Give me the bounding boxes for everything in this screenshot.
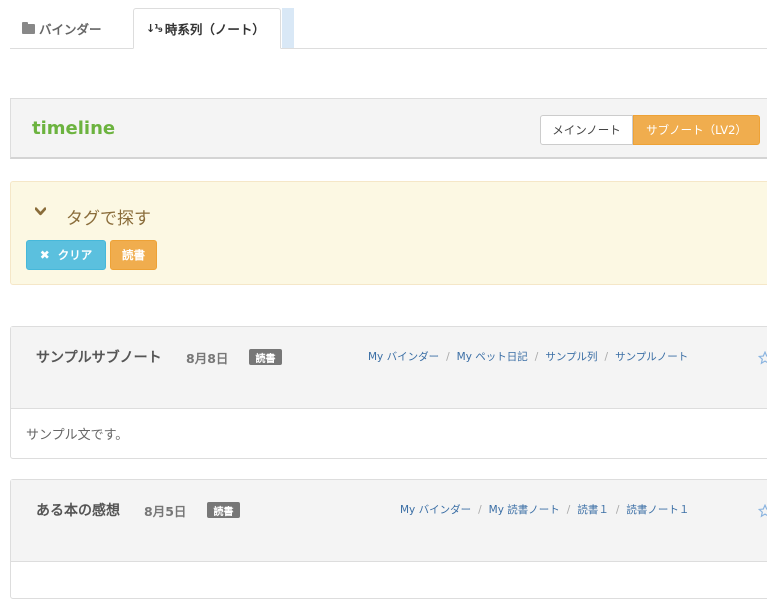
breadcrumb-notebook[interactable]: My 読書ノート	[489, 504, 560, 516]
tab-timeline[interactable]: ↓¹₉ 時系列（ノート）	[133, 8, 281, 49]
timeline-header: timeline メインノート サブノート（LV2）	[10, 98, 767, 159]
tag-button-reading[interactable]: 読書	[110, 240, 157, 270]
main-note-button[interactable]: メインノート	[540, 115, 633, 145]
breadcrumb-column[interactable]: サンプル列	[545, 351, 597, 363]
tag-search-panel: タグで探す ✖ クリア 読書	[10, 181, 767, 285]
note-card-header: ある本の感想 8月5日 読書 My バインダー / My 読書ノート / 読書１/読書ノ…	[11, 480, 767, 562]
note-card: サンプルサブノート 8月8日 読書 My バインダー / My ペット日記 / サンプル…	[10, 326, 767, 459]
star-icon[interactable]	[758, 351, 767, 365]
page-title: timeline	[32, 118, 116, 139]
breadcrumb-column[interactable]: 読書１	[577, 504, 609, 516]
sort-icon: ↓¹₉	[146, 22, 163, 35]
clear-tags-button[interactable]: ✖ クリア	[26, 240, 106, 270]
chevron-down-icon[interactable]	[35, 206, 46, 217]
note-body: サンプル文です。	[26, 428, 129, 443]
note-card-header: サンプルサブノート 8月8日 読書 My バインダー / My ペット日記 / サンプル…	[11, 327, 767, 409]
tab-bar: バインダー ↓¹₉ 時系列（ノート）	[10, 8, 767, 49]
note-title[interactable]: サンプルサブノート	[36, 347, 162, 367]
breadcrumb-binder[interactable]: My バインダー	[400, 504, 471, 516]
clear-label: クリア	[57, 248, 93, 262]
note-card: ある本の感想 8月5日 読書 My バインダー / My 読書ノート / 読書１/読書ノ…	[10, 479, 767, 599]
close-icon: ✖	[39, 248, 50, 262]
tab-spacer	[282, 8, 294, 48]
note-type-toggle: メインノート サブノート（LV2）	[540, 115, 760, 145]
note-date: 8月8日	[186, 351, 229, 366]
tab-binder[interactable]: バインダー	[10, 8, 132, 48]
note-date: 8月5日	[144, 504, 187, 519]
breadcrumb-notebook[interactable]: My ペット日記	[457, 351, 528, 363]
folder-icon	[22, 21, 35, 34]
tab-timeline-label: 時系列（ノート）	[164, 22, 265, 37]
star-icon[interactable]	[758, 504, 767, 518]
tab-binder-label: バインダー	[39, 21, 102, 37]
breadcrumb-binder[interactable]: My バインダー	[368, 351, 439, 363]
breadcrumb-note[interactable]: サンプルノート	[615, 351, 688, 363]
tag-search-title[interactable]: タグで探す	[66, 204, 151, 229]
breadcrumb-note[interactable]: 読書ノート１	[626, 504, 689, 516]
breadcrumb: My バインダー / My ペット日記 / サンプル列 / サンプルノート	[368, 351, 689, 363]
tag-badge[interactable]: 読書	[249, 349, 282, 365]
sub-note-button[interactable]: サブノート（LV2）	[633, 115, 760, 145]
note-title[interactable]: ある本の感想	[36, 500, 120, 520]
breadcrumb: My バインダー / My 読書ノート / 読書１/読書ノート１	[400, 504, 690, 516]
tag-badge[interactable]: 読書	[207, 502, 240, 518]
